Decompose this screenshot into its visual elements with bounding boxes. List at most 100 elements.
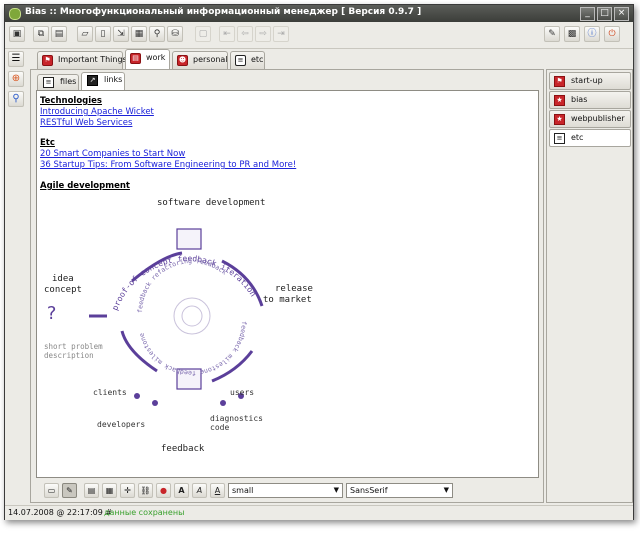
red-flag-icon: ⚑: [42, 55, 53, 66]
tab-label: links: [104, 75, 123, 84]
person-icon: [152, 400, 158, 406]
red-doc-icon: ▤: [130, 53, 141, 64]
insert-icon[interactable]: ⇲: [113, 26, 129, 42]
doc-icon: ≡: [235, 55, 246, 66]
open-folder-icon[interactable]: ▱: [77, 26, 93, 42]
find-replace-icon[interactable]: ⚲: [149, 26, 165, 42]
app-window: Bias :: Многофункциональный информационн…: [4, 4, 634, 520]
import-icon[interactable]: ▦: [131, 26, 147, 42]
bold-icon[interactable]: A: [174, 483, 189, 498]
status-message: данные сохранены: [104, 508, 185, 517]
edit-icon[interactable]: ✎: [62, 483, 77, 498]
right-tab-label: start-up: [571, 76, 603, 85]
red-star-icon: ★: [554, 95, 565, 106]
tab-important-things[interactable]: ⚑ Important Things: [37, 51, 127, 69]
main-toolbar: ▣ ⧉ ▤ ▱ ▯ ⇲ ▦ ⚲ ⛁ ▢ ⇤ ⇦ ⇨ ⇥ ✎ ▩ ⓘ ⏻: [5, 22, 633, 49]
preview-icon[interactable]: ▭: [44, 483, 59, 498]
link-smart-companies[interactable]: 20 Smart Companies to Start Now: [40, 149, 296, 160]
box-icon-top: [176, 228, 202, 250]
label-to-market: to market: [263, 295, 312, 305]
tab-personal[interactable]: ☻ personal: [172, 51, 228, 69]
spiral-ring-inner: [181, 305, 203, 327]
link-icon[interactable]: ⛓: [138, 483, 153, 498]
red-person-icon: ☻: [177, 55, 188, 66]
links-content[interactable]: Technologies Introducing Apache Wicket R…: [36, 90, 539, 478]
chevron-down-icon: ▼: [333, 486, 339, 494]
font-family-select[interactable]: SansSerif ▼: [346, 483, 453, 498]
insert-text-icon[interactable]: ▤: [84, 483, 99, 498]
section-heading: Technologies: [40, 96, 102, 106]
label-feedback: feedback: [161, 444, 205, 454]
color-icon[interactable]: ●: [156, 483, 171, 498]
note-icon[interactable]: ▤: [51, 26, 67, 42]
tools-icon[interactable]: ✎: [544, 26, 560, 42]
maximize-button[interactable]: □: [597, 7, 612, 21]
red-flag-icon: ⚑: [554, 76, 565, 87]
save-icon[interactable]: ▣: [9, 26, 25, 42]
right-tab-webpublisher[interactable]: ★ webpublisher: [549, 110, 631, 128]
tab-label: etc: [251, 55, 264, 64]
window-title: Bias :: Многофункциональный информационн…: [25, 7, 422, 17]
minimize-button[interactable]: _: [580, 7, 595, 21]
section-heading: Etc: [40, 138, 55, 148]
close-button[interactable]: ×: [614, 7, 629, 21]
tab-etc[interactable]: ≡ etc: [230, 51, 265, 69]
italic-icon[interactable]: A: [192, 483, 207, 498]
label-concept: concept: [44, 285, 82, 295]
new-document-icon[interactable]: ▯: [95, 26, 111, 42]
font-family-value: SansSerif: [350, 486, 388, 495]
database-icon[interactable]: ⛁: [167, 26, 183, 42]
label-idea: idea: [52, 274, 74, 284]
link-startup-tips[interactable]: 36 Startup Tips: From Software Engineeri…: [40, 160, 296, 171]
section-etc: Etc 20 Smart Companies to Start Now 36 S…: [40, 138, 296, 171]
label-diagnostics: diagnostics: [210, 414, 263, 423]
addon-icon[interactable]: ⊕: [8, 71, 24, 87]
plugin-icon[interactable]: ▩: [564, 26, 580, 42]
trash-icon[interactable]: ▢: [195, 26, 211, 42]
right-tab-label: webpublisher: [571, 114, 625, 123]
tab-work[interactable]: ▤ work: [125, 49, 170, 69]
list-icon[interactable]: ☰: [8, 51, 24, 67]
section-technologies: Technologies Introducing Apache Wicket R…: [40, 96, 154, 129]
tab-label: work: [146, 53, 166, 62]
tab-label: personal: [193, 55, 228, 64]
right-tab-bias[interactable]: ★ bias: [549, 91, 631, 109]
insert-image-icon[interactable]: ▦: [102, 483, 117, 498]
status-timestamp: 14.07.2008 @ 22:17:09 #: [8, 508, 113, 517]
forward-icon[interactable]: ⇨: [255, 26, 271, 42]
underline-icon[interactable]: A: [210, 483, 225, 498]
power-icon[interactable]: ⏻: [604, 26, 620, 42]
info-icon[interactable]: ⓘ: [584, 26, 600, 42]
font-size-value: small: [232, 486, 254, 495]
tab-label: Important Things: [58, 55, 127, 64]
label-arc: proof-of-concept feedback iteration: [110, 254, 257, 312]
label-software-development: software development: [157, 198, 265, 208]
font-size-select[interactable]: small ▼: [228, 483, 343, 498]
tab-files[interactable]: ≡ files: [37, 74, 79, 90]
title-bar[interactable]: Bias :: Многофункциональный информационн…: [5, 5, 633, 22]
search-icon[interactable]: ⚲: [8, 91, 24, 107]
back-icon[interactable]: ⇦: [237, 26, 253, 42]
copy-icon[interactable]: ⧉: [33, 26, 49, 42]
doc-icon: ≡: [43, 77, 54, 88]
main-panel: ≡ files ↗ links Technologies Introducing…: [30, 69, 544, 503]
status-bar: 14.07.2008 @ 22:17:09 # данные сохранены: [5, 505, 633, 520]
link-apache-wicket[interactable]: Introducing Apache Wicket: [40, 107, 154, 118]
chevron-down-icon: ▼: [443, 486, 449, 494]
agile-diagram: software development idea concept ? rele…: [44, 198, 313, 454]
label-clients: clients: [93, 388, 127, 397]
move-icon[interactable]: ✛: [120, 483, 135, 498]
right-tab-etc[interactable]: ≡ etc: [549, 129, 631, 147]
person-icon: [220, 400, 226, 406]
tab-label: files: [60, 77, 77, 86]
tab-links[interactable]: ↗ links: [81, 72, 125, 90]
app-icon: [9, 8, 21, 20]
right-tab-label: etc: [571, 133, 584, 142]
first-icon[interactable]: ⇤: [219, 26, 235, 42]
right-tab-start-up[interactable]: ⚑ start-up: [549, 72, 631, 90]
link-restful-web-services[interactable]: RESTful Web Services: [40, 118, 154, 129]
label-developers: developers: [97, 420, 145, 429]
label-code: code: [210, 423, 229, 432]
last-icon[interactable]: ⇥: [273, 26, 289, 42]
right-tab-label: bias: [571, 95, 588, 104]
